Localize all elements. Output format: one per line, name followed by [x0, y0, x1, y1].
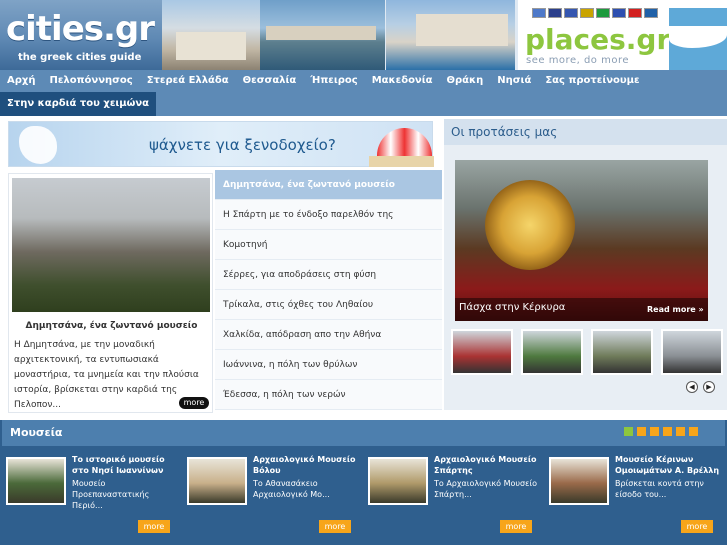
museum-title[interactable]: Αρχαιολογικό Μουσείο Σπάρτης	[434, 454, 542, 476]
language-flags	[532, 8, 658, 22]
pager-dot[interactable]	[624, 427, 633, 436]
museum-more-button[interactable]: more	[138, 520, 170, 533]
museum-card: Αρχαιολογικό Μουσείο Βόλου Το Αθανασάκειο…	[183, 448, 361, 544]
uk-flag-icon[interactable]	[548, 8, 562, 18]
cities-logo-text: cities.gr	[6, 9, 155, 49]
nav-item[interactable]: Αρχή	[0, 70, 42, 92]
french-flag-icon[interactable]	[564, 8, 578, 18]
nav-item[interactable]: Στερεά Ελλάδα	[140, 70, 236, 92]
article-link[interactable]: Σέρρες, για αποδράσεις στη φύση	[215, 260, 442, 290]
museums-bar: Μουσεία	[2, 420, 725, 446]
article-link[interactable]: Τρίκαλα, στις όχθες του Ληθαίου	[215, 290, 442, 320]
pager-dot[interactable]	[663, 427, 672, 436]
proposal-arrows: ◀ ▶	[686, 381, 715, 393]
proposal-caption: Πάσχα στην Κέρκυρα	[459, 302, 566, 313]
proposal-thumbnail[interactable]	[451, 329, 513, 375]
museum-card: Μουσείο Κέρινων Ομοιωμάτων Α. Βρέλλη Βρίσ…	[545, 448, 723, 544]
beach-sand	[369, 156, 434, 167]
museum-title[interactable]: Μουσείο Κέρινων Ομοιωμάτων Α. Βρέλλη	[615, 454, 723, 476]
museum-more-button[interactable]: more	[319, 520, 351, 533]
museum-cards: Το ιστορικό μουσείο στο Νησί Ιωαννίνων Μο…	[2, 448, 725, 544]
article-link[interactable]: Κομοτηνή	[215, 230, 442, 260]
italian-flag-icon[interactable]	[596, 8, 610, 18]
places-tagline: see more, do more	[526, 55, 630, 66]
pager-dot[interactable]	[676, 427, 685, 436]
nav-item[interactable]: Θράκη	[440, 70, 491, 92]
museums-section: Μουσεία Το ιστορικό μουσείο στο Νησί Ιωα…	[0, 420, 727, 545]
site-header: cities.gr the greek cities guide places.…	[0, 0, 727, 70]
article-link[interactable]: Έδεσσα, η πόλη των νερών	[215, 380, 442, 410]
museum-image[interactable]	[187, 457, 247, 505]
proposals-panel: Οι προτάσεις μας Πάσχα στην Κέρκυρα Read…	[444, 119, 727, 410]
nav-item[interactable]: Θεσσαλία	[236, 70, 304, 92]
museums-pager	[624, 427, 698, 436]
nav-row-secondary: Στην καρδιά του χειμώνα	[0, 92, 157, 116]
nav-item[interactable]: Νησιά	[490, 70, 538, 92]
cities-tagline: the greek cities guide	[18, 52, 142, 63]
nav-item[interactable]: Μακεδονία	[365, 70, 440, 92]
museum-card: Το ιστορικό μουσείο στο Νησί Ιωαννίνων Μο…	[2, 448, 180, 544]
german-flag-icon[interactable]	[580, 8, 594, 18]
proposals-title: Οι προτάσεις μας	[444, 119, 727, 145]
museum-card: Αρχαιολογικό Μουσείο Σπάρτης Το Αρχαιολογ…	[364, 448, 542, 544]
museum-description: Το Αθανασάκειο Αρχαιολογικό Μο...	[253, 479, 330, 499]
hotel-search-banner[interactable]: ψάχνετε για ξενοδοχείο?	[8, 121, 434, 167]
nav-item-winter[interactable]: Στην καρδιά του χειμώνα	[0, 92, 157, 116]
museum-description: Βρίσκεται κοντά στην είσοδο του...	[615, 479, 704, 499]
featured-more-button[interactable]: more	[179, 397, 209, 409]
museum-more-button[interactable]: more	[681, 520, 713, 533]
header-photo-square	[162, 0, 260, 70]
proposal-thumbnails	[451, 329, 723, 375]
next-arrow-icon[interactable]: ▶	[703, 381, 715, 393]
greek-flag-icon[interactable]	[532, 8, 546, 18]
hotel-banner-text: ψάχνετε για ξενοδοχείο?	[149, 136, 336, 154]
museum-more-button[interactable]: more	[500, 520, 532, 533]
museum-description: Το Αρχαιολογικό Μουσείο Σπάρτη...	[434, 479, 538, 499]
proposal-thumbnail[interactable]	[591, 329, 653, 375]
featured-image[interactable]	[12, 178, 210, 312]
russian-flag-icon[interactable]	[612, 8, 626, 18]
featured-caption[interactable]: Δημητσάνα, ένα ζωντανό μουσείο	[9, 321, 214, 331]
article-list: Δημητσάνα, ένα ζωντανό μουσείο Η Σπάρτη μ…	[215, 170, 442, 410]
places-logo-text: places.gr	[525, 23, 671, 56]
cities-logo[interactable]: cities.gr the greek cities guide	[0, 0, 162, 70]
nav-item[interactable]: Πελοπόννησος	[42, 70, 139, 92]
header-photo-harbor	[386, 0, 515, 70]
pager-dot[interactable]	[689, 427, 698, 436]
umbrella-icon	[377, 128, 432, 156]
museum-title[interactable]: Αρχαιολογικό Μουσείο Βόλου	[253, 454, 361, 476]
tuba-graphic	[485, 180, 575, 270]
featured-article: Δημητσάνα, ένα ζωντανό μουσείο Η Δημητσά…	[8, 173, 213, 413]
article-link[interactable]: Δημητσάνα, ένα ζωντανό μουσείο	[215, 170, 442, 200]
header-photo-lake	[260, 0, 385, 70]
nav-row-primary: Αρχή Πελοπόννησος Στερεά Ελλάδα Θεσσαλία Ήπε…	[0, 70, 647, 92]
proposal-main-image[interactable]	[455, 160, 708, 321]
nav-item[interactable]: Σας προτείνουμε	[538, 70, 646, 92]
greece-map-icon	[19, 126, 57, 164]
article-link[interactable]: Ιωάννινα, η πόλη των θρύλων	[215, 350, 442, 380]
proposal-read-more-link[interactable]: Read more »	[647, 305, 704, 314]
museum-image[interactable]	[368, 457, 428, 505]
nav-item[interactable]: Ήπειρος	[303, 70, 364, 92]
swedish-flag-icon[interactable]	[644, 8, 658, 18]
museum-description: Μουσείο Προεπαναστατικής Περιό...	[72, 479, 150, 510]
pager-dot[interactable]	[637, 427, 646, 436]
proposal-thumbnail[interactable]	[521, 329, 583, 375]
main-nav: Αρχή Πελοπόννησος Στερεά Ελλάδα Θεσσαλία Ήπε…	[0, 70, 727, 116]
proposal-thumbnail[interactable]	[661, 329, 723, 375]
pager-dot[interactable]	[650, 427, 659, 436]
article-link[interactable]: Χαλκίδα, απόδραση απο την Αθήνα	[215, 320, 442, 350]
spanish-flag-icon[interactable]	[628, 8, 642, 18]
museums-title: Μουσεία	[10, 426, 63, 439]
museum-image[interactable]	[6, 457, 66, 505]
prev-arrow-icon[interactable]: ◀	[686, 381, 698, 393]
museum-image[interactable]	[549, 457, 609, 505]
article-link[interactable]: Η Σπάρτη με το ένδοξο παρελθόν της	[215, 200, 442, 230]
museum-title[interactable]: Το ιστορικό μουσείο στο Νησί Ιωαννίνων	[72, 454, 180, 476]
